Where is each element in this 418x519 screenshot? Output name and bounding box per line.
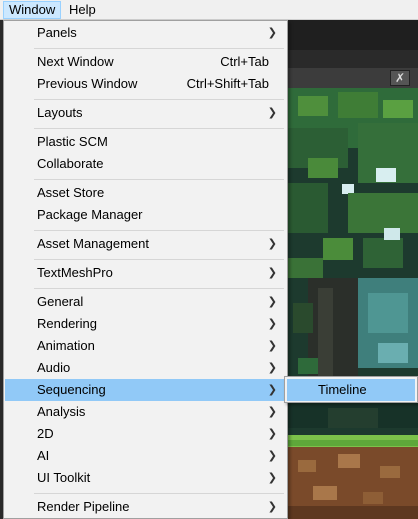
menu-item-label: General — [37, 294, 84, 309]
menu-item-label: UI Toolkit — [37, 470, 91, 485]
menu-separator — [34, 259, 284, 260]
menu-separator — [34, 48, 284, 49]
chevron-right-icon: ❯ — [267, 428, 277, 440]
menu-item-layouts[interactable]: Layouts ❯ — [5, 102, 287, 124]
chevron-right-icon: ❯ — [267, 472, 277, 484]
menu-help[interactable]: Help — [64, 1, 101, 19]
menu-separator — [34, 493, 284, 494]
menu-item-timeline[interactable]: Timeline — [287, 379, 415, 401]
menubar: Window Help — [0, 0, 418, 20]
menu-separator — [34, 99, 284, 100]
chevron-right-icon: ❯ — [267, 267, 277, 279]
window-menu: Panels ❯ Next Window Ctrl+Tab Previous W… — [3, 20, 288, 519]
menu-item-label: Render Pipeline — [37, 499, 130, 514]
menu-item-rendering[interactable]: Rendering ❯ — [5, 313, 287, 335]
shortcut-label: Ctrl+Tab — [220, 54, 269, 69]
chevron-right-icon: ❯ — [267, 340, 277, 352]
pixel-art-scene — [288, 88, 418, 519]
menu-item-label: TextMeshPro — [37, 265, 113, 280]
chevron-right-icon: ❯ — [267, 318, 277, 330]
chevron-right-icon: ❯ — [267, 501, 277, 513]
menu-item-previous-window[interactable]: Previous Window Ctrl+Shift+Tab — [5, 73, 287, 95]
menu-separator — [34, 128, 284, 129]
menu-item-label: Sequencing — [37, 382, 106, 397]
menu-item-sequencing[interactable]: Sequencing ❯ — [5, 379, 287, 401]
menu-item-package-manager[interactable]: Package Manager — [5, 204, 287, 226]
chevron-right-icon: ❯ — [267, 362, 277, 374]
menu-item-label: Package Manager — [37, 207, 143, 222]
menu-item-collaborate[interactable]: Collaborate — [5, 153, 287, 175]
chevron-right-icon: ❯ — [267, 406, 277, 418]
chevron-right-icon: ❯ — [267, 296, 277, 308]
menu-item-label: Analysis — [37, 404, 86, 419]
shortcut-label: Ctrl+Shift+Tab — [186, 76, 269, 91]
menu-item-label: Audio — [37, 360, 71, 375]
menu-item-animation[interactable]: Animation ❯ — [5, 335, 287, 357]
menu-item-label: Rendering — [37, 316, 97, 331]
menu-item-plastic-scm[interactable]: Plastic SCM — [5, 131, 287, 153]
menu-item-label: Plastic SCM — [37, 134, 108, 149]
menu-item-2d[interactable]: 2D ❯ — [5, 423, 287, 445]
menu-item-next-window[interactable]: Next Window Ctrl+Tab — [5, 51, 287, 73]
menu-item-render-pipeline[interactable]: Render Pipeline ❯ — [5, 496, 287, 518]
menu-separator — [34, 179, 284, 180]
chevron-right-icon: ❯ — [267, 107, 277, 119]
menu-item-audio[interactable]: Audio ❯ — [5, 357, 287, 379]
menu-item-label: Previous Window — [37, 76, 138, 91]
menu-item-label: Panels — [37, 25, 77, 40]
wrench-cross-icon[interactable]: ✗ — [390, 70, 410, 86]
sequencing-submenu: Timeline — [284, 376, 418, 403]
menu-separator — [34, 288, 284, 289]
menu-item-label: AI — [37, 448, 50, 463]
menu-item-label: Collaborate — [37, 156, 104, 171]
menu-item-ui-toolkit[interactable]: UI Toolkit ❯ — [5, 467, 287, 489]
menu-item-label: Asset Management — [37, 236, 150, 251]
menu-item-label: Layouts — [37, 105, 83, 120]
chevron-right-icon: ❯ — [267, 27, 277, 39]
chevron-right-icon: ❯ — [267, 384, 277, 396]
menu-item-label: Asset Store — [37, 185, 105, 200]
menu-item-textmeshpro[interactable]: TextMeshPro ❯ — [5, 262, 287, 284]
scene-view[interactable] — [288, 88, 418, 519]
menu-window[interactable]: Window — [3, 1, 61, 19]
menu-item-label: Animation — [37, 338, 95, 353]
menu-item-general[interactable]: General ❯ — [5, 291, 287, 313]
menu-separator — [34, 230, 284, 231]
menu-item-analysis[interactable]: Analysis ❯ — [5, 401, 287, 423]
menu-item-label: Next Window — [37, 54, 114, 69]
chevron-right-icon: ❯ — [267, 450, 277, 462]
menu-item-panels[interactable]: Panels ❯ — [5, 22, 287, 44]
menu-item-asset-management[interactable]: Asset Management ❯ — [5, 233, 287, 255]
editor-toolbar — [288, 20, 418, 50]
scene-toolbar: ✗ — [288, 68, 418, 89]
menu-item-asset-store[interactable]: Asset Store — [5, 182, 287, 204]
chevron-right-icon: ❯ — [267, 238, 277, 250]
menu-item-ai[interactable]: AI ❯ — [5, 445, 287, 467]
menu-item-label: 2D — [37, 426, 54, 441]
